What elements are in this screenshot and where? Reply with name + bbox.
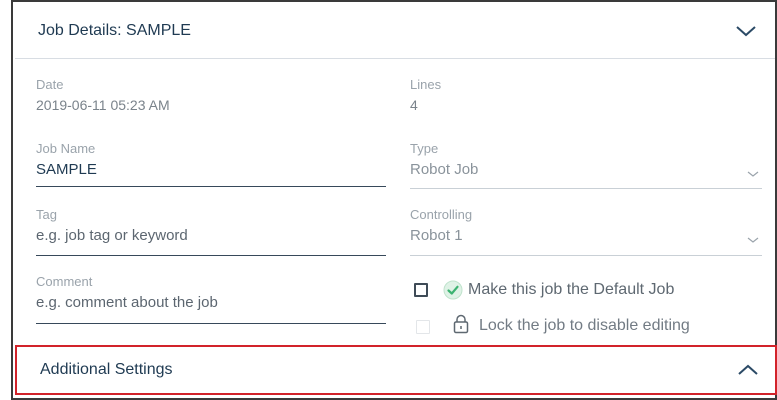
tag-input[interactable]: e.g. job tag or keyword: [36, 227, 188, 244]
job-name-field[interactable]: Job Name SAMPLE: [36, 141, 97, 178]
lines-label: Lines: [410, 77, 442, 92]
controlling-label: Controlling: [410, 207, 473, 222]
job-details-header[interactable]: Job Details: SAMPLE: [15, 4, 775, 59]
lock-job-checkbox[interactable]: [416, 320, 430, 334]
type-chevron-down-icon[interactable]: [747, 170, 759, 178]
chevron-up-icon[interactable]: [737, 363, 759, 377]
tag-label: Tag: [36, 207, 57, 222]
controlling-chevron-down-icon[interactable]: [747, 236, 759, 244]
type-field[interactable]: Type Robot Job: [410, 141, 478, 178]
comment-field[interactable]: Comment e.g. comment about the job: [36, 274, 218, 311]
job-details-panel: Job Details: SAMPLE Date 2019-06-11 05:2…: [11, 0, 777, 400]
job-details-title: Job Details: SAMPLE: [38, 22, 191, 39]
additional-settings-header[interactable]: Additional Settings: [15, 345, 777, 395]
comment-label: Comment: [36, 274, 93, 289]
tag-underline: [36, 255, 386, 256]
comment-input[interactable]: e.g. comment about the job: [36, 294, 218, 311]
job-name-underline: [36, 186, 386, 187]
job-name-label: Job Name: [36, 141, 96, 156]
lock-job-label: Lock the job to disable editing: [479, 317, 690, 334]
controlling-underline: [410, 255, 762, 256]
lock-icon: [453, 314, 469, 334]
controlling-select[interactable]: Robot 1: [410, 227, 472, 244]
type-underline: [410, 188, 762, 189]
job-name-input[interactable]: SAMPLE: [36, 161, 97, 178]
default-job-checkbox[interactable]: [414, 283, 428, 297]
comment-underline: [36, 323, 386, 324]
controlling-field[interactable]: Controlling Robot 1: [410, 207, 472, 244]
date-value: 2019-06-11 05:23 AM: [36, 97, 170, 113]
date-field: Date 2019-06-11 05:23 AM: [36, 77, 170, 113]
tag-field[interactable]: Tag e.g. job tag or keyword: [36, 207, 188, 244]
lines-field: Lines 4: [410, 77, 441, 113]
lines-value: 4: [410, 97, 418, 113]
chevron-down-icon[interactable]: [735, 24, 757, 38]
check-circle-icon: [443, 280, 463, 300]
default-job-label[interactable]: Make this job the Default Job: [468, 281, 674, 299]
additional-settings-title: Additional Settings: [40, 361, 173, 378]
date-label: Date: [36, 77, 64, 92]
type-select[interactable]: Robot Job: [410, 161, 478, 178]
type-label: Type: [410, 141, 439, 156]
